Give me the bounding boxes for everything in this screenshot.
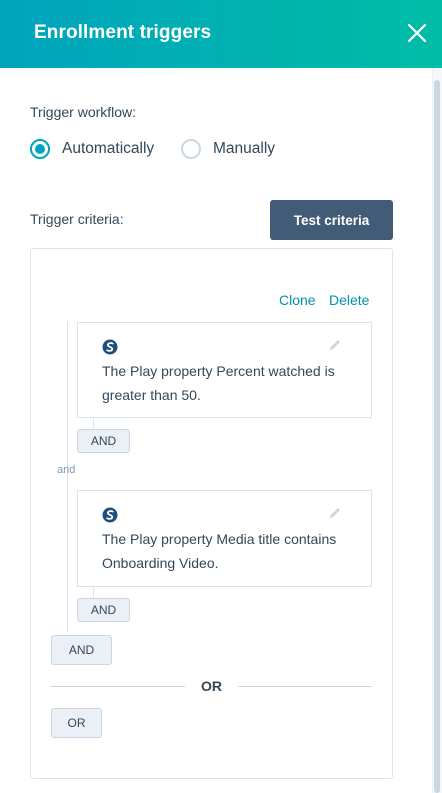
- filter-end: .: [196, 387, 201, 403]
- trigger-workflow-label: Trigger workflow:: [30, 104, 137, 120]
- or-divider-line-right: [238, 686, 372, 687]
- radio-automatically-label: Automatically: [62, 140, 155, 157]
- radio-manually[interactable]: Manually: [181, 138, 275, 160]
- filter-end: .: [214, 555, 219, 571]
- group-connector-line: [67, 322, 68, 632]
- add-or-group-button[interactable]: OR: [51, 708, 102, 738]
- filter-property: Media title: [216, 531, 281, 547]
- filter-property: Percent watched: [216, 363, 321, 379]
- filter-description: The Play property Media title contains O…: [102, 527, 342, 575]
- delete-link[interactable]: Delete: [329, 292, 369, 308]
- add-and-filter-button[interactable]: AND: [77, 429, 130, 453]
- add-and-group-button[interactable]: AND: [51, 635, 112, 665]
- s-logo-icon: [102, 339, 118, 355]
- close-icon[interactable]: [406, 22, 428, 44]
- filter-prefix: The Play property: [102, 363, 213, 379]
- trigger-criteria-label: Trigger criteria:: [30, 211, 124, 227]
- scrollbar-thumb[interactable]: [434, 80, 440, 793]
- test-criteria-button[interactable]: Test criteria: [270, 200, 393, 240]
- filter-operator: contains: [284, 531, 337, 547]
- filter-description: The Play property Percent watched is gre…: [102, 359, 342, 407]
- add-and-filter-button[interactable]: AND: [77, 598, 130, 622]
- filter-card[interactable]: The Play property Percent watched is gre…: [77, 322, 372, 418]
- radio-selected-icon[interactable]: [30, 139, 50, 159]
- radio-automatically[interactable]: Automatically: [30, 138, 154, 160]
- radio-manually-label: Manually: [213, 140, 276, 157]
- filter-prefix: The Play property: [102, 531, 213, 547]
- s-logo-icon: [102, 507, 118, 523]
- or-divider-label: OR: [201, 678, 222, 694]
- filter-value: 50: [181, 387, 197, 403]
- pencil-icon[interactable]: [327, 337, 343, 353]
- pencil-icon[interactable]: [327, 505, 343, 521]
- filter-card[interactable]: The Play property Media title contains O…: [77, 490, 372, 587]
- panel-title: Enrollment triggers: [34, 22, 212, 43]
- filter-value: Onboarding Video: [102, 555, 215, 571]
- panel-header: Enrollment triggers: [0, 0, 442, 68]
- clone-link[interactable]: Clone: [279, 292, 316, 308]
- and-joiner-label: and: [57, 464, 76, 476]
- or-divider-line-left: [51, 686, 185, 687]
- radio-unselected-icon[interactable]: [181, 139, 201, 159]
